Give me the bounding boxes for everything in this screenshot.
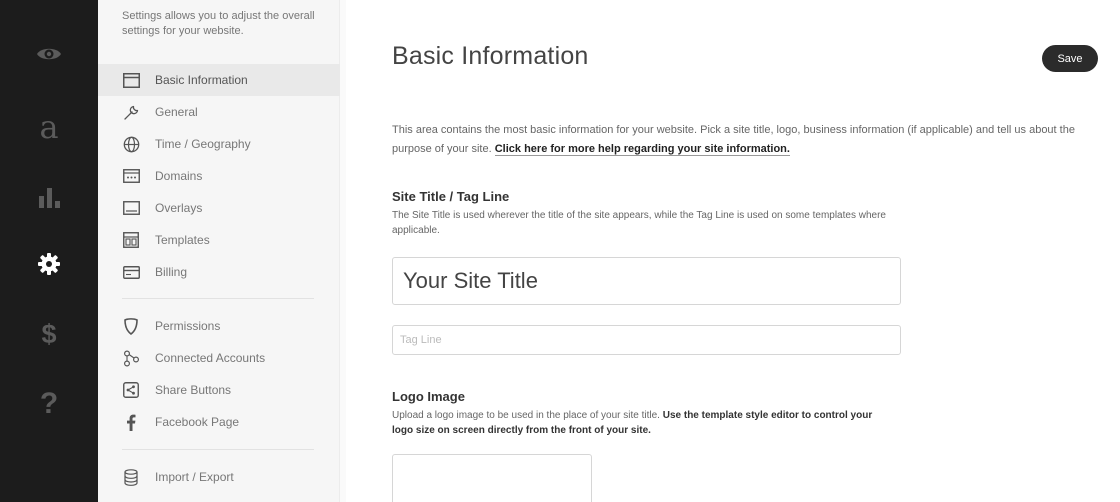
wrench-icon	[122, 103, 140, 121]
rail-help[interactable]: ?	[0, 379, 98, 429]
rail-settings[interactable]	[0, 239, 98, 289]
sidebar-item-label: Facebook Page	[155, 415, 240, 429]
sidebar-divider	[122, 298, 314, 299]
logo-description-text: Upload a logo image to be used in the pl…	[392, 410, 663, 421]
intro-text: This area contains the most basic inform…	[392, 121, 1102, 159]
sidebar-scrollbar[interactable]	[340, 0, 346, 502]
save-button[interactable]: Save	[1042, 45, 1098, 72]
sidebar-item-label: Share Buttons	[155, 383, 232, 397]
sidebar-item-label: Billing	[155, 265, 188, 279]
sidebar-item-label: Time / Geography	[155, 137, 251, 151]
logo-image-heading: Logo Image	[392, 389, 465, 404]
connected-icon	[122, 349, 140, 367]
sidebar-item-permissions[interactable]: Permissions	[98, 310, 340, 342]
sidebar-item-basic-information[interactable]: Basic Information	[98, 64, 340, 96]
sidebar-item-facebook-page[interactable]: Facebook Page	[98, 406, 340, 438]
sidebar-item-label: Import / Export	[155, 470, 234, 484]
bar-chart-icon	[38, 188, 60, 208]
rail-preview[interactable]	[0, 29, 98, 79]
share-icon	[122, 381, 140, 399]
site-title-description: The Site Title is used wherever the titl…	[392, 210, 886, 236]
sidebar-item-connected-accounts[interactable]: Connected Accounts	[98, 342, 340, 374]
gear-icon	[38, 253, 60, 275]
sidebar-item-templates[interactable]: Templates	[98, 224, 340, 256]
sidebar-item-general[interactable]: General	[98, 96, 340, 128]
sidebar-item-label: Domains	[155, 169, 203, 183]
sidebar-item-billing[interactable]: Billing	[98, 256, 340, 288]
sidebar-item-share-buttons[interactable]: Share Buttons	[98, 374, 340, 406]
sidebar-divider	[122, 449, 314, 450]
shield-icon	[122, 317, 140, 335]
page-title: Basic Information	[392, 42, 589, 70]
sidebar-item-overlays[interactable]: Overlays	[98, 192, 340, 224]
database-icon	[122, 468, 140, 486]
card-icon	[122, 263, 140, 281]
help-link[interactable]: Click here for more help regarding your …	[494, 143, 790, 156]
sidebar-item-label: Templates	[155, 233, 210, 247]
site-title-input[interactable]	[392, 257, 901, 305]
question-icon: ?	[39, 387, 59, 420]
sidebar-item-label: Overlays	[155, 201, 203, 215]
templates-icon	[122, 231, 140, 249]
logo-upload-box[interactable]	[392, 454, 592, 502]
window-icon	[122, 71, 140, 89]
settings-sidebar: Settings allows you to adjust the overal…	[98, 0, 340, 502]
sidebar-item-label: Basic Information	[155, 73, 248, 87]
domains-icon	[122, 167, 140, 185]
sidebar-description: Settings allows you to adjust the overal…	[122, 10, 315, 37]
sidebar-item-domains[interactable]: Domains	[98, 160, 340, 192]
sidebar-item-label: Connected Accounts	[155, 351, 266, 365]
tagline-input[interactable]	[392, 325, 901, 355]
eye-icon	[36, 45, 62, 63]
sidebar-item-label: General	[155, 105, 198, 119]
dollar-icon: $	[41, 318, 57, 349]
logo-image-description: Upload a logo image to be used in the pl…	[392, 408, 892, 438]
globe-icon	[122, 135, 140, 153]
sidebar-item-label: Permissions	[155, 319, 221, 333]
site-title-heading: Site Title / Tag Line	[392, 189, 510, 204]
facebook-icon	[122, 413, 140, 431]
overlay-icon	[122, 199, 140, 217]
sidebar-item-import-export[interactable]: Import / Export	[98, 461, 340, 493]
letter-a-icon: a	[39, 108, 59, 146]
rail-commerce[interactable]: $	[0, 309, 98, 359]
app-rail: a $ ?	[0, 0, 98, 502]
rail-analytics[interactable]	[0, 173, 98, 223]
sidebar-item-time-geography[interactable]: Time / Geography	[98, 128, 340, 160]
rail-design[interactable]: a	[0, 102, 98, 152]
